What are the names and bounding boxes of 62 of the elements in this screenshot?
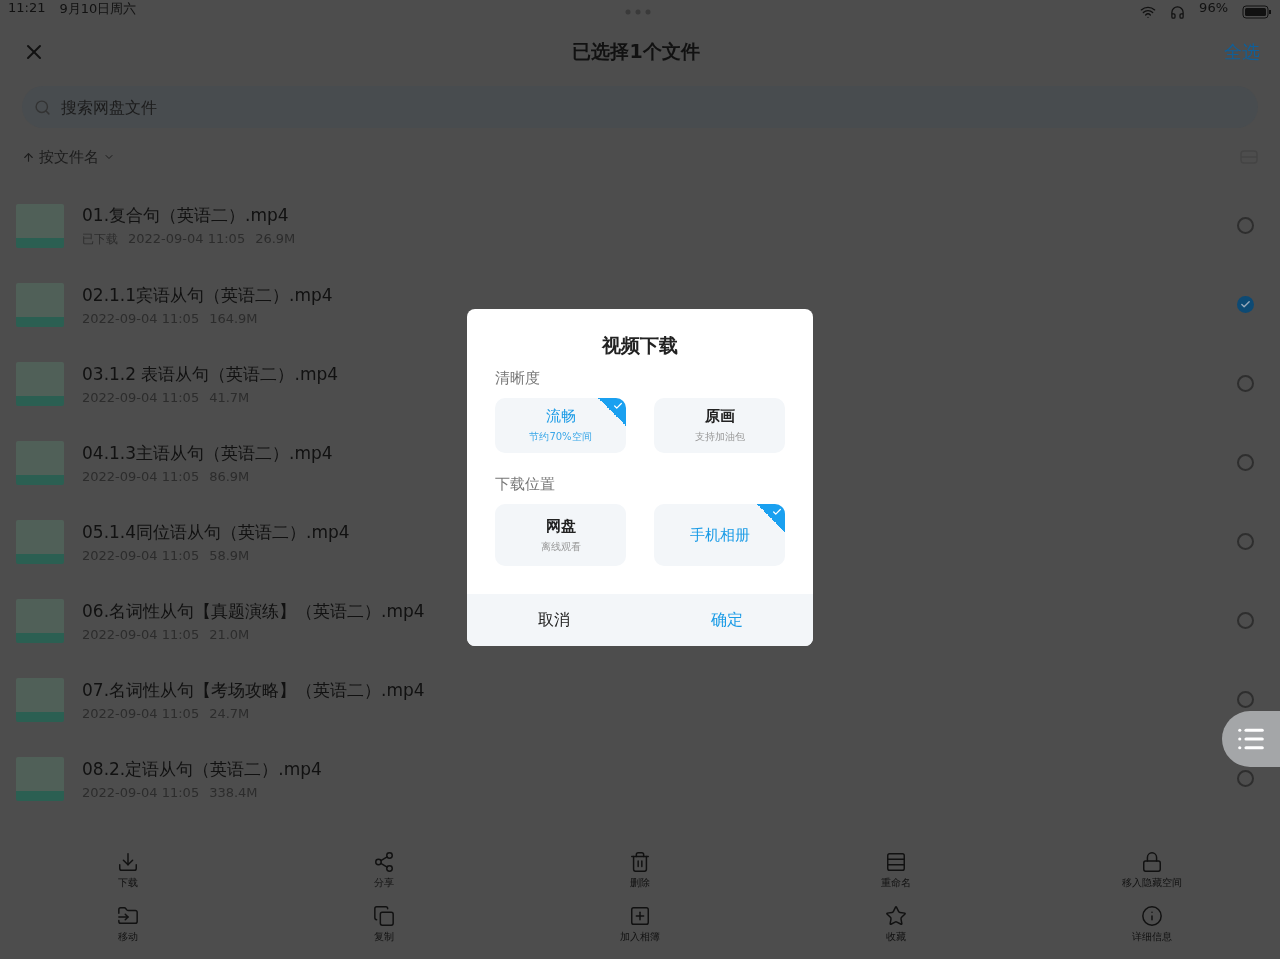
text-box-icon <box>885 851 907 873</box>
file-name: 02.1.1宾语从句（英语二）.mp4 <box>82 283 333 307</box>
album-plus-icon <box>629 905 651 927</box>
file-name: 04.1.3主语从句（英语二）.mp4 <box>82 441 333 465</box>
file-name: 08.2.定语从句（英语二）.mp4 <box>82 757 322 781</box>
select-checkbox[interactable] <box>1237 296 1254 313</box>
video-thumbnail <box>16 440 64 485</box>
list-menu-button[interactable] <box>1222 711 1280 767</box>
dialog-title: 视频下载 <box>600 333 679 358</box>
select-checkbox[interactable] <box>1237 533 1254 550</box>
folder-arrow-icon <box>117 905 139 927</box>
video-thumbnail <box>16 598 64 643</box>
cancel-button[interactable]: 取消 <box>467 594 640 646</box>
section-label: 下载位置 <box>494 474 556 495</box>
file-name: 01.复合句（英语二）.mp4 <box>82 203 289 227</box>
select-checkbox[interactable] <box>1237 217 1254 234</box>
file-name: 03.1.2 表语从句（英语二）.mp4 <box>82 362 339 386</box>
option-card[interactable]: 原画 支持加油包 <box>654 398 785 453</box>
select-checkbox[interactable] <box>1237 454 1254 471</box>
option-subtitle: 支持加油包 <box>694 430 745 444</box>
option-title: 网盘 <box>545 516 576 536</box>
video-thumbnail <box>16 756 64 801</box>
video-thumbnail <box>16 519 64 564</box>
video-thumbnail <box>16 677 64 722</box>
option-card[interactable]: 流畅 节约70%空间 <box>495 398 626 453</box>
header-title: 已选择1个文件 <box>571 39 701 64</box>
select-checkbox[interactable] <box>1237 612 1254 629</box>
select-checkbox[interactable] <box>1237 375 1254 392</box>
info-icon <box>1141 905 1163 927</box>
lock-icon <box>1141 851 1163 873</box>
option-title: 流畅 <box>545 407 576 426</box>
arrow-up-icon <box>22 150 35 164</box>
download-icon <box>117 851 139 873</box>
check-icon <box>1240 299 1251 310</box>
file-name: 07.名词性从句【考场攻略】（英语二）.mp4 <box>82 678 425 702</box>
status-date: 9月10日周六 <box>59 0 137 18</box>
share-icon <box>373 851 395 873</box>
battery-icon <box>1242 5 1272 19</box>
file-name: 05.1.4同位语从句（英语二）.mp4 <box>82 520 350 544</box>
option-subtitle: 节约70%空间 <box>529 430 592 444</box>
status-time: 11:21 <box>8 0 46 15</box>
select-all-button[interactable]: 全选 <box>1224 40 1260 64</box>
option-title: 原画 <box>704 407 735 426</box>
star-icon <box>885 905 907 927</box>
file-name: 06.名词性从句【真题演练】（英语二）.mp4 <box>82 599 425 623</box>
video-thumbnail <box>16 282 64 327</box>
trash-icon <box>629 851 651 873</box>
video-thumbnail <box>16 203 64 248</box>
option-title: 手机相册 <box>689 525 750 545</box>
select-checkbox[interactable] <box>1237 770 1254 787</box>
search-icon <box>34 98 51 116</box>
option-card[interactable]: 网盘 离线观看 <box>495 504 626 566</box>
confirm-button[interactable]: 确定 <box>640 594 813 646</box>
section-label: 清晰度 <box>494 368 541 389</box>
wifi-icon <box>1140 4 1157 20</box>
headphones-icon <box>1170 4 1186 20</box>
copy-icon <box>373 905 395 927</box>
option-card[interactable]: 手机相册 <box>654 504 785 566</box>
select-checkbox[interactable] <box>1237 691 1254 708</box>
battery-percent: 96% <box>1199 0 1228 15</box>
video-thumbnail <box>16 361 64 406</box>
option-subtitle: 离线观看 <box>540 539 581 554</box>
